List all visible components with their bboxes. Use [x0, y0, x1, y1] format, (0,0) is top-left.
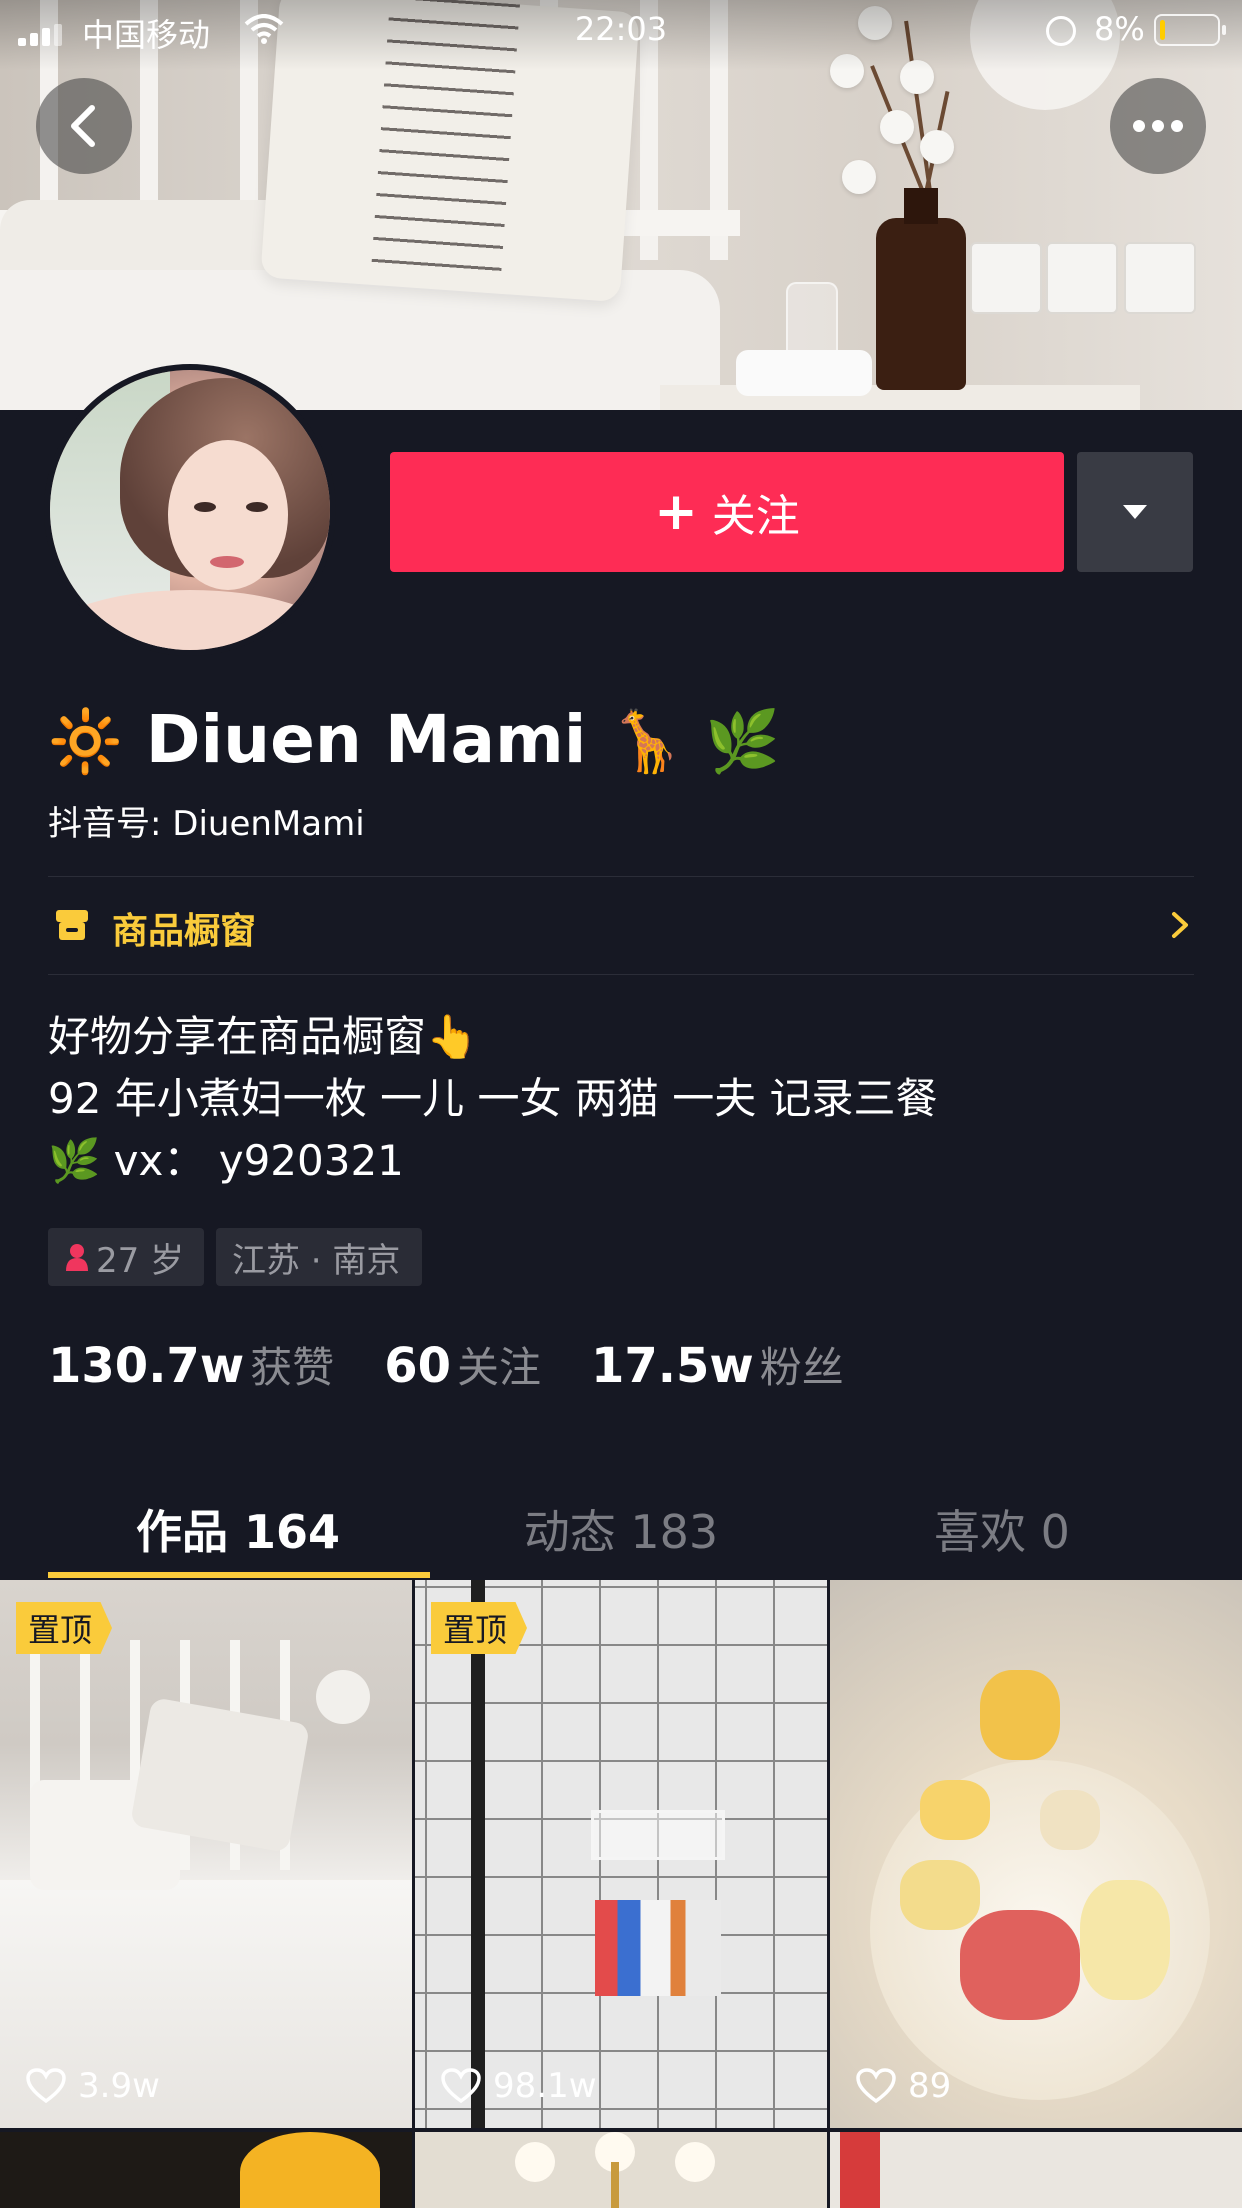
video-thumbnail[interactable]: 置顶 3.9w	[0, 1580, 412, 2128]
bio-line: 🌿 vx： y920321	[48, 1136, 404, 1185]
tab-likes[interactable]: 喜欢 0	[812, 1496, 1192, 1562]
profile-cover-image	[0, 0, 1242, 410]
divider	[48, 974, 1194, 975]
likes-stat[interactable]: 130.7w 获赞	[48, 1334, 334, 1395]
battery-icon	[1154, 14, 1226, 46]
tab-indicator	[48, 1572, 430, 1578]
video-thumbnail[interactable]	[830, 2132, 1242, 2208]
age-text: 27 岁	[96, 1240, 185, 1281]
female-icon	[66, 1244, 88, 1271]
status-bar: 中国移动 22:03 8%	[0, 0, 1242, 60]
video-thumbnail[interactable]	[0, 2132, 412, 2208]
video-likes: 98.1w	[441, 2066, 597, 2106]
divider	[48, 876, 1194, 877]
shop-window-label: 商品橱窗	[112, 911, 257, 952]
shop-window-row[interactable]: 商品橱窗	[48, 878, 1194, 976]
plus-icon: +	[654, 482, 698, 542]
orientation-lock-icon	[1046, 16, 1076, 46]
heart-icon	[26, 2068, 66, 2104]
profile-name-text: Diuen Mami	[145, 701, 587, 778]
video-thumbnail[interactable]: 置顶 98.1w	[415, 1580, 827, 2128]
chevron-left-icon	[71, 105, 95, 147]
shop-icon	[56, 910, 88, 940]
profile-name: 🔆 Diuen Mami 🦒 🌿	[48, 701, 780, 778]
heart-icon	[856, 2068, 896, 2104]
video-thumbnail[interactable]	[415, 2132, 827, 2208]
follow-button[interactable]: + 关注	[390, 452, 1064, 572]
chevron-right-icon	[1172, 912, 1188, 938]
bio: 好物分享在商品橱窗👆 92 年小煮妇一枚 一儿 一女 两猫 一夫 记录三餐 🌿 …	[48, 1006, 938, 1192]
triangle-down-icon	[1123, 505, 1147, 519]
content-tabs: 作品 164 动态 183 喜欢 0	[0, 1478, 1242, 1580]
pinned-badge: 置顶	[16, 1602, 113, 1654]
video-thumbnail[interactable]: 89	[830, 1580, 1242, 2128]
bio-line: 92 年小煮妇一枚 一儿 一女 两猫 一夫 记录三餐	[48, 1074, 938, 1123]
recommend-dropdown-button[interactable]	[1077, 452, 1193, 572]
douyin-id: 抖音号: DiuenMami	[48, 804, 365, 844]
tab-moments[interactable]: 动态 183	[431, 1496, 811, 1562]
following-stat[interactable]: 60 关注	[384, 1334, 541, 1395]
followers-stat[interactable]: 17.5w 粉丝	[591, 1334, 844, 1395]
age-tag: 27 岁	[48, 1228, 204, 1286]
heart-icon	[441, 2068, 481, 2104]
back-button[interactable]	[36, 78, 132, 174]
video-likes: 89	[856, 2066, 951, 2106]
battery-percent: 8%	[1094, 10, 1145, 48]
tab-works[interactable]: 作品 164	[48, 1496, 428, 1562]
profile-stats: 130.7w 获赞 60 关注 17.5w 粉丝	[48, 1334, 894, 1398]
bio-line: 好物分享在商品橱窗👆	[48, 1012, 479, 1061]
location-text: 江苏 · 南京	[232, 1240, 401, 1281]
avatar[interactable]	[44, 364, 336, 656]
location-tag: 江苏 · 南京	[216, 1228, 422, 1286]
more-dots-icon	[1133, 120, 1183, 132]
pinned-badge: 置顶	[431, 1602, 528, 1654]
follow-button-label: 关注	[711, 491, 800, 542]
video-likes: 3.9w	[26, 2066, 160, 2106]
more-button[interactable]	[1110, 78, 1206, 174]
video-grid: 置顶 3.9w 置顶 98.1w 89	[0, 1580, 1242, 2208]
